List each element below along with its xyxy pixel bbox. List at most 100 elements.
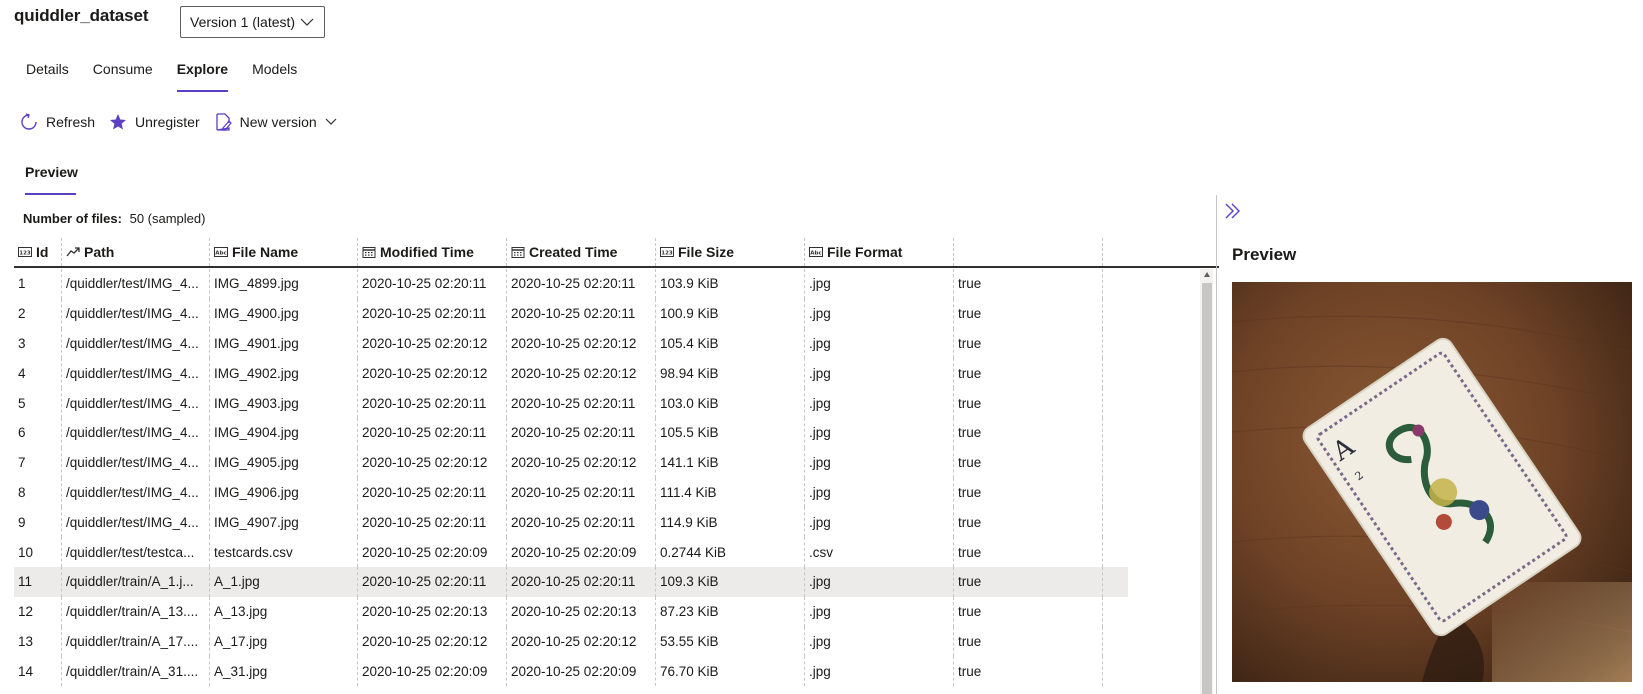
- grid-header: 123 Id Path Abc File Name Modified Time Create…: [14, 238, 1219, 268]
- table-row[interactable]: 10/quiddler/test/testca... testcards.csv 2…: [14, 537, 1128, 567]
- cell-extra: true: [954, 656, 1103, 687]
- chevron-down-icon: [300, 18, 314, 26]
- column-header-id[interactable]: 123 Id: [14, 238, 62, 266]
- cell-modified-time: 2020-10-25 02:20:12: [358, 626, 507, 657]
- calendar-icon: [511, 247, 525, 258]
- cell-file-name: IMG_4905.jpg: [210, 447, 358, 478]
- chevron-down-icon: [325, 118, 337, 125]
- cell-id: 12: [14, 596, 62, 627]
- table-row[interactable]: 8/quiddler/test/IMG_4... IMG_4906.jpg 2020…: [14, 477, 1128, 508]
- cell-modified-time: 2020-10-25 02:20:12: [358, 358, 507, 389]
- cell-file-format: .jpg: [805, 507, 954, 538]
- svg-text:123: 123: [19, 251, 31, 257]
- table-row[interactable]: 7/quiddler/test/IMG_4... IMG_4905.jpg 2020…: [14, 447, 1128, 478]
- tab-details[interactable]: Details: [14, 56, 81, 92]
- cell-extra: true: [954, 328, 1103, 359]
- preview-panel-title: Preview: [1232, 245, 1297, 264]
- cell-id: 11: [14, 566, 62, 597]
- scrollbar-thumb[interactable]: [1202, 283, 1212, 694]
- cell-id: 5: [14, 388, 62, 418]
- cell-path: /quiddler/train/A_31....: [62, 656, 210, 687]
- table-row[interactable]: 5/quiddler/test/IMG_4... IMG_4903.jpg 2020…: [14, 388, 1128, 418]
- svg-text:Abc: Abc: [810, 251, 821, 257]
- refresh-button[interactable]: Refresh: [20, 113, 95, 131]
- cell-file-format: .jpg: [805, 328, 954, 359]
- cell-file-format: .jpg: [805, 269, 954, 299]
- cell-modified-time: 2020-10-25 02:20:12: [358, 447, 507, 478]
- cell-extra: true: [954, 507, 1103, 538]
- cell-created-time: 2020-10-25 02:20:11: [507, 269, 656, 299]
- tab-models[interactable]: Models: [240, 56, 309, 92]
- cell-file-format: .jpg: [805, 656, 954, 687]
- cell-created-time: 2020-10-25 02:20:11: [507, 388, 656, 418]
- cell-created-time: 2020-10-25 02:20:11: [507, 507, 656, 538]
- table-row[interactable]: 2/quiddler/test/IMG_4... IMG_4900.jpg 2020…: [14, 298, 1128, 329]
- table-row[interactable]: 14/quiddler/train/A_31.... A_31.jpg 2020-1…: [14, 656, 1128, 687]
- column-header-file-name[interactable]: Abc File Name: [210, 238, 358, 266]
- version-dropdown[interactable]: Version 1 (latest): [180, 6, 325, 38]
- column-header-label: Created Time: [529, 244, 618, 260]
- cell-modified-time: 2020-10-25 02:20:13: [358, 596, 507, 627]
- column-header-file-format[interactable]: Abc File Format: [805, 238, 954, 266]
- column-header-modified-time[interactable]: Modified Time: [358, 238, 507, 266]
- cell-file-format: .jpg: [805, 477, 954, 508]
- column-header-created-time[interactable]: Created Time: [507, 238, 656, 266]
- cell-file-name: A_1.jpg: [210, 566, 358, 597]
- cell-file-size: 76.70 KiB: [656, 656, 805, 687]
- cell-path: /quiddler/test/testca...: [62, 537, 210, 567]
- file-count-value: 50 (sampled): [129, 211, 206, 226]
- cell-created-time: 2020-10-25 02:20:11: [507, 298, 656, 329]
- table-row[interactable]: 9/quiddler/test/IMG_4... IMG_4907.jpg 2020…: [14, 507, 1128, 538]
- column-header-path[interactable]: Path: [62, 238, 210, 266]
- new-version-button[interactable]: New version: [214, 113, 345, 131]
- collapse-panel-icon[interactable]: [1223, 201, 1243, 221]
- cell-modified-time: 2020-10-25 02:20:09: [358, 537, 507, 567]
- preview-image: A 2: [1232, 282, 1632, 682]
- table-row[interactable]: 12/quiddler/train/A_13.... A_13.jpg 2020-1…: [14, 596, 1128, 627]
- svg-text:Abc: Abc: [215, 251, 226, 257]
- tab-explore[interactable]: Explore: [165, 56, 240, 92]
- path-type-icon: [66, 247, 80, 257]
- cell-file-size: 0.2744 KiB: [656, 537, 805, 567]
- cell-id: 4: [14, 358, 62, 389]
- cell-id: 2: [14, 298, 62, 329]
- text-type-icon: Abc: [809, 247, 823, 257]
- cell-path: /quiddler/test/IMG_4...: [62, 388, 210, 418]
- table-row[interactable]: 6/quiddler/test/IMG_4... IMG_4904.jpg 2020…: [14, 417, 1128, 448]
- cell-path: /quiddler/train/A_13....: [62, 596, 210, 627]
- table-row[interactable]: 11/quiddler/train/A_1.j... A_1.jpg 2020-10…: [14, 566, 1128, 597]
- table-row[interactable]: 13/quiddler/train/A_17.... A_17.jpg 2020-1…: [14, 626, 1128, 657]
- table-row[interactable]: 1/quiddler/test/IMG_4... IMG_4899.jpg 2020…: [14, 269, 1128, 299]
- scroll-up-arrow-icon[interactable]: [1203, 271, 1211, 279]
- column-header-extra[interactable]: [954, 238, 1103, 266]
- cell-file-format: .jpg: [805, 566, 954, 597]
- cell-extra: true: [954, 596, 1103, 627]
- cell-file-name: IMG_4900.jpg: [210, 298, 358, 329]
- cell-path: /quiddler/test/IMG_4...: [62, 417, 210, 448]
- cell-extra: true: [954, 358, 1103, 389]
- tab-consume[interactable]: Consume: [81, 56, 165, 92]
- cell-created-time: 2020-10-25 02:20:09: [507, 537, 656, 567]
- table-row[interactable]: 3/quiddler/test/IMG_4... IMG_4901.jpg 2020…: [14, 328, 1128, 359]
- panel-divider[interactable]: [1216, 195, 1217, 694]
- cell-file-format: .csv: [805, 537, 954, 567]
- tab-preview[interactable]: Preview: [25, 164, 78, 180]
- cell-file-format: .jpg: [805, 358, 954, 389]
- cell-modified-time: 2020-10-25 02:20:11: [358, 388, 507, 418]
- cell-created-time: 2020-10-25 02:20:11: [507, 417, 656, 448]
- cell-modified-time: 2020-10-25 02:20:11: [358, 298, 507, 329]
- cell-file-format: .jpg: [805, 417, 954, 448]
- column-header-label: File Name: [232, 244, 299, 260]
- toolbar: Refresh Unregister New version: [20, 110, 359, 134]
- cell-modified-time: 2020-10-25 02:20:09: [358, 656, 507, 687]
- data-grid: 123 Id Path Abc File Name Modified Time Create…: [14, 238, 1219, 694]
- table-row[interactable]: 4/quiddler/test/IMG_4... IMG_4902.jpg 2020…: [14, 358, 1128, 389]
- cell-id: 14: [14, 656, 62, 687]
- unregister-button[interactable]: Unregister: [109, 113, 200, 131]
- cell-id: 10: [14, 537, 62, 567]
- column-header-file-size[interactable]: 123 File Size: [656, 238, 805, 266]
- refresh-label: Refresh: [46, 114, 96, 130]
- cell-created-time: 2020-10-25 02:20:11: [507, 566, 656, 597]
- cell-modified-time: 2020-10-25 02:20:11: [358, 566, 507, 597]
- cell-path: /quiddler/train/A_1.j...: [62, 566, 210, 597]
